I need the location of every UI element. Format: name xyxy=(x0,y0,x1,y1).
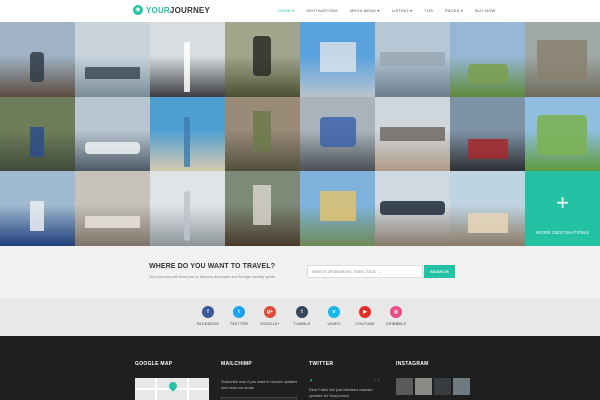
facebook-icon: f xyxy=(202,306,214,318)
photo-subject xyxy=(30,52,44,82)
main-nav: HOME ▾ DESTINATIONS MEGA MENU ▾ LISTING ▾ TO… xyxy=(278,8,508,13)
photo-subject xyxy=(184,116,190,167)
more-destinations-label: MORE DESTINATIONS xyxy=(536,230,589,236)
photo-subject xyxy=(380,52,445,66)
photo-subject xyxy=(253,36,271,76)
tumblr-icon: t xyxy=(296,306,308,318)
dribbble-icon: ◎ xyxy=(390,306,402,318)
photo-subject xyxy=(380,201,445,216)
destination-photo[interactable] xyxy=(300,171,375,246)
photo-subject xyxy=(320,42,356,72)
destination-photo[interactable] xyxy=(450,96,525,172)
search-button[interactable]: SEARCH xyxy=(424,265,455,278)
instagram-title: INSTAGRAM xyxy=(396,361,429,367)
google-map-title: GOOGLE MAP xyxy=(135,361,173,367)
destination-photo[interactable] xyxy=(300,22,375,97)
destination-photo[interactable] xyxy=(300,96,375,172)
destination-photo[interactable] xyxy=(0,22,75,97)
photo-subject xyxy=(253,185,271,226)
destination-photo[interactable] xyxy=(75,22,150,97)
youtube-icon: ▶ xyxy=(359,306,371,318)
destination-photo[interactable] xyxy=(225,171,300,246)
photo-subject xyxy=(380,126,445,141)
photo-subject xyxy=(85,141,140,154)
photo-subject xyxy=(320,191,356,222)
photo-subject xyxy=(85,67,140,79)
nav-item[interactable]: DESTINATIONS xyxy=(306,8,338,13)
social-links: f FACEBOOK t TWITTER g+ GOOGLE+ t TUMBLR v VIMEO ▶… xyxy=(0,298,600,336)
photo-subject xyxy=(468,213,508,234)
destination-photo[interactable] xyxy=(75,96,150,172)
photo-subject xyxy=(537,40,587,80)
logo-prefix: YOUR xyxy=(146,5,170,15)
destination-photo[interactable] xyxy=(450,171,525,246)
twitter-bird-icon: ✦ xyxy=(309,378,314,384)
photo-subject xyxy=(184,191,190,242)
googleplus-icon: g+ xyxy=(264,306,276,318)
destination-photo[interactable] xyxy=(375,22,450,97)
tweet-text: Dear Folks! We just released massive upd… xyxy=(309,388,373,398)
tweet-pager[interactable]: ‹› xyxy=(374,377,381,383)
mailchimp-text: Subscribe now if you want to receive upd… xyxy=(221,380,298,390)
social-label: DRIBBBLE xyxy=(385,322,407,326)
destination-photo[interactable] xyxy=(525,96,600,172)
photo-subject xyxy=(184,42,190,92)
destination-photo[interactable] xyxy=(375,171,450,246)
map-road xyxy=(155,378,157,400)
instagram-thumbnail[interactable] xyxy=(415,378,432,395)
nav-item[interactable]: HOME ▾ xyxy=(278,8,294,13)
destination-photo[interactable] xyxy=(375,96,450,172)
destination-photo[interactable] xyxy=(225,96,300,172)
site-footer: GOOGLE MAP MAILCHIMP Subscribe now if yo… xyxy=(0,336,600,400)
vimeo-icon: v xyxy=(328,306,340,318)
site-logo[interactable]: ◉ YOURJOURNEY xyxy=(133,5,210,15)
destination-photo[interactable] xyxy=(525,22,600,97)
nav-item[interactable]: TOS xyxy=(424,8,433,13)
search-input[interactable]: Search destinations, hotel, food, ... xyxy=(307,265,423,278)
destination-photo[interactable] xyxy=(225,22,300,97)
destination-photo[interactable] xyxy=(0,171,75,246)
search-title: WHERE DO YOU WANT TO TRAVEL? xyxy=(149,263,276,270)
destination-photo[interactable] xyxy=(150,22,225,97)
instagram-thumbnail[interactable] xyxy=(434,378,451,395)
photo-subject xyxy=(30,126,44,157)
destination-photo[interactable] xyxy=(150,96,225,172)
page: ◉ YOURJOURNEY HOME ▾ DESTINATIONS MEGA MEN… xyxy=(0,0,600,400)
photo-subject xyxy=(85,216,140,229)
photo-subject xyxy=(30,201,44,232)
logo-text: YOURJOURNEY xyxy=(146,6,210,15)
photo-subject xyxy=(320,116,356,147)
instagram-thumbnail[interactable] xyxy=(396,378,413,395)
nav-item[interactable]: PAGES ▾ xyxy=(445,8,463,13)
destination-photo[interactable] xyxy=(150,171,225,246)
logo-suffix: JOURNEY xyxy=(169,5,210,15)
plus-icon: + xyxy=(556,190,569,216)
destination-photo[interactable] xyxy=(0,96,75,172)
search-subtitle: Your journey will lead you to famous dom… xyxy=(149,274,277,279)
nav-item[interactable]: BUY NOW xyxy=(475,8,495,13)
destination-photo[interactable] xyxy=(75,171,150,246)
nav-item[interactable]: LISTING ▾ xyxy=(392,8,412,13)
map-road xyxy=(187,378,189,400)
nav-item[interactable]: MEGA MENU ▾ xyxy=(350,8,380,13)
more-destinations-button[interactable]: + MORE DESTINATIONS xyxy=(525,171,600,246)
twitter-title: TWITTER xyxy=(309,361,334,367)
google-map[interactable] xyxy=(135,378,209,400)
photo-subject xyxy=(468,138,508,159)
instagram-thumbnail[interactable] xyxy=(453,378,470,395)
compass-icon: ◉ xyxy=(133,5,143,15)
chevron-right-icon[interactable]: › xyxy=(378,377,382,383)
mailchimp-title: MAILCHIMP xyxy=(221,361,253,367)
instagram-feed xyxy=(396,378,472,395)
search-section: WHERE DO YOU WANT TO TRAVEL? Your journe… xyxy=(0,246,600,298)
site-header: ◉ YOURJOURNEY HOME ▾ DESTINATIONS MEGA MEN… xyxy=(0,0,600,22)
destination-grid: + MORE DESTINATIONS xyxy=(0,22,600,246)
photo-subject xyxy=(468,64,508,84)
destination-photo[interactable] xyxy=(450,22,525,97)
photo-subject xyxy=(537,114,587,155)
twitter-icon: t xyxy=(233,306,245,318)
photo-subject xyxy=(253,110,271,151)
social-link-dribbble[interactable]: ◎ DRIBBBLE xyxy=(376,306,416,326)
